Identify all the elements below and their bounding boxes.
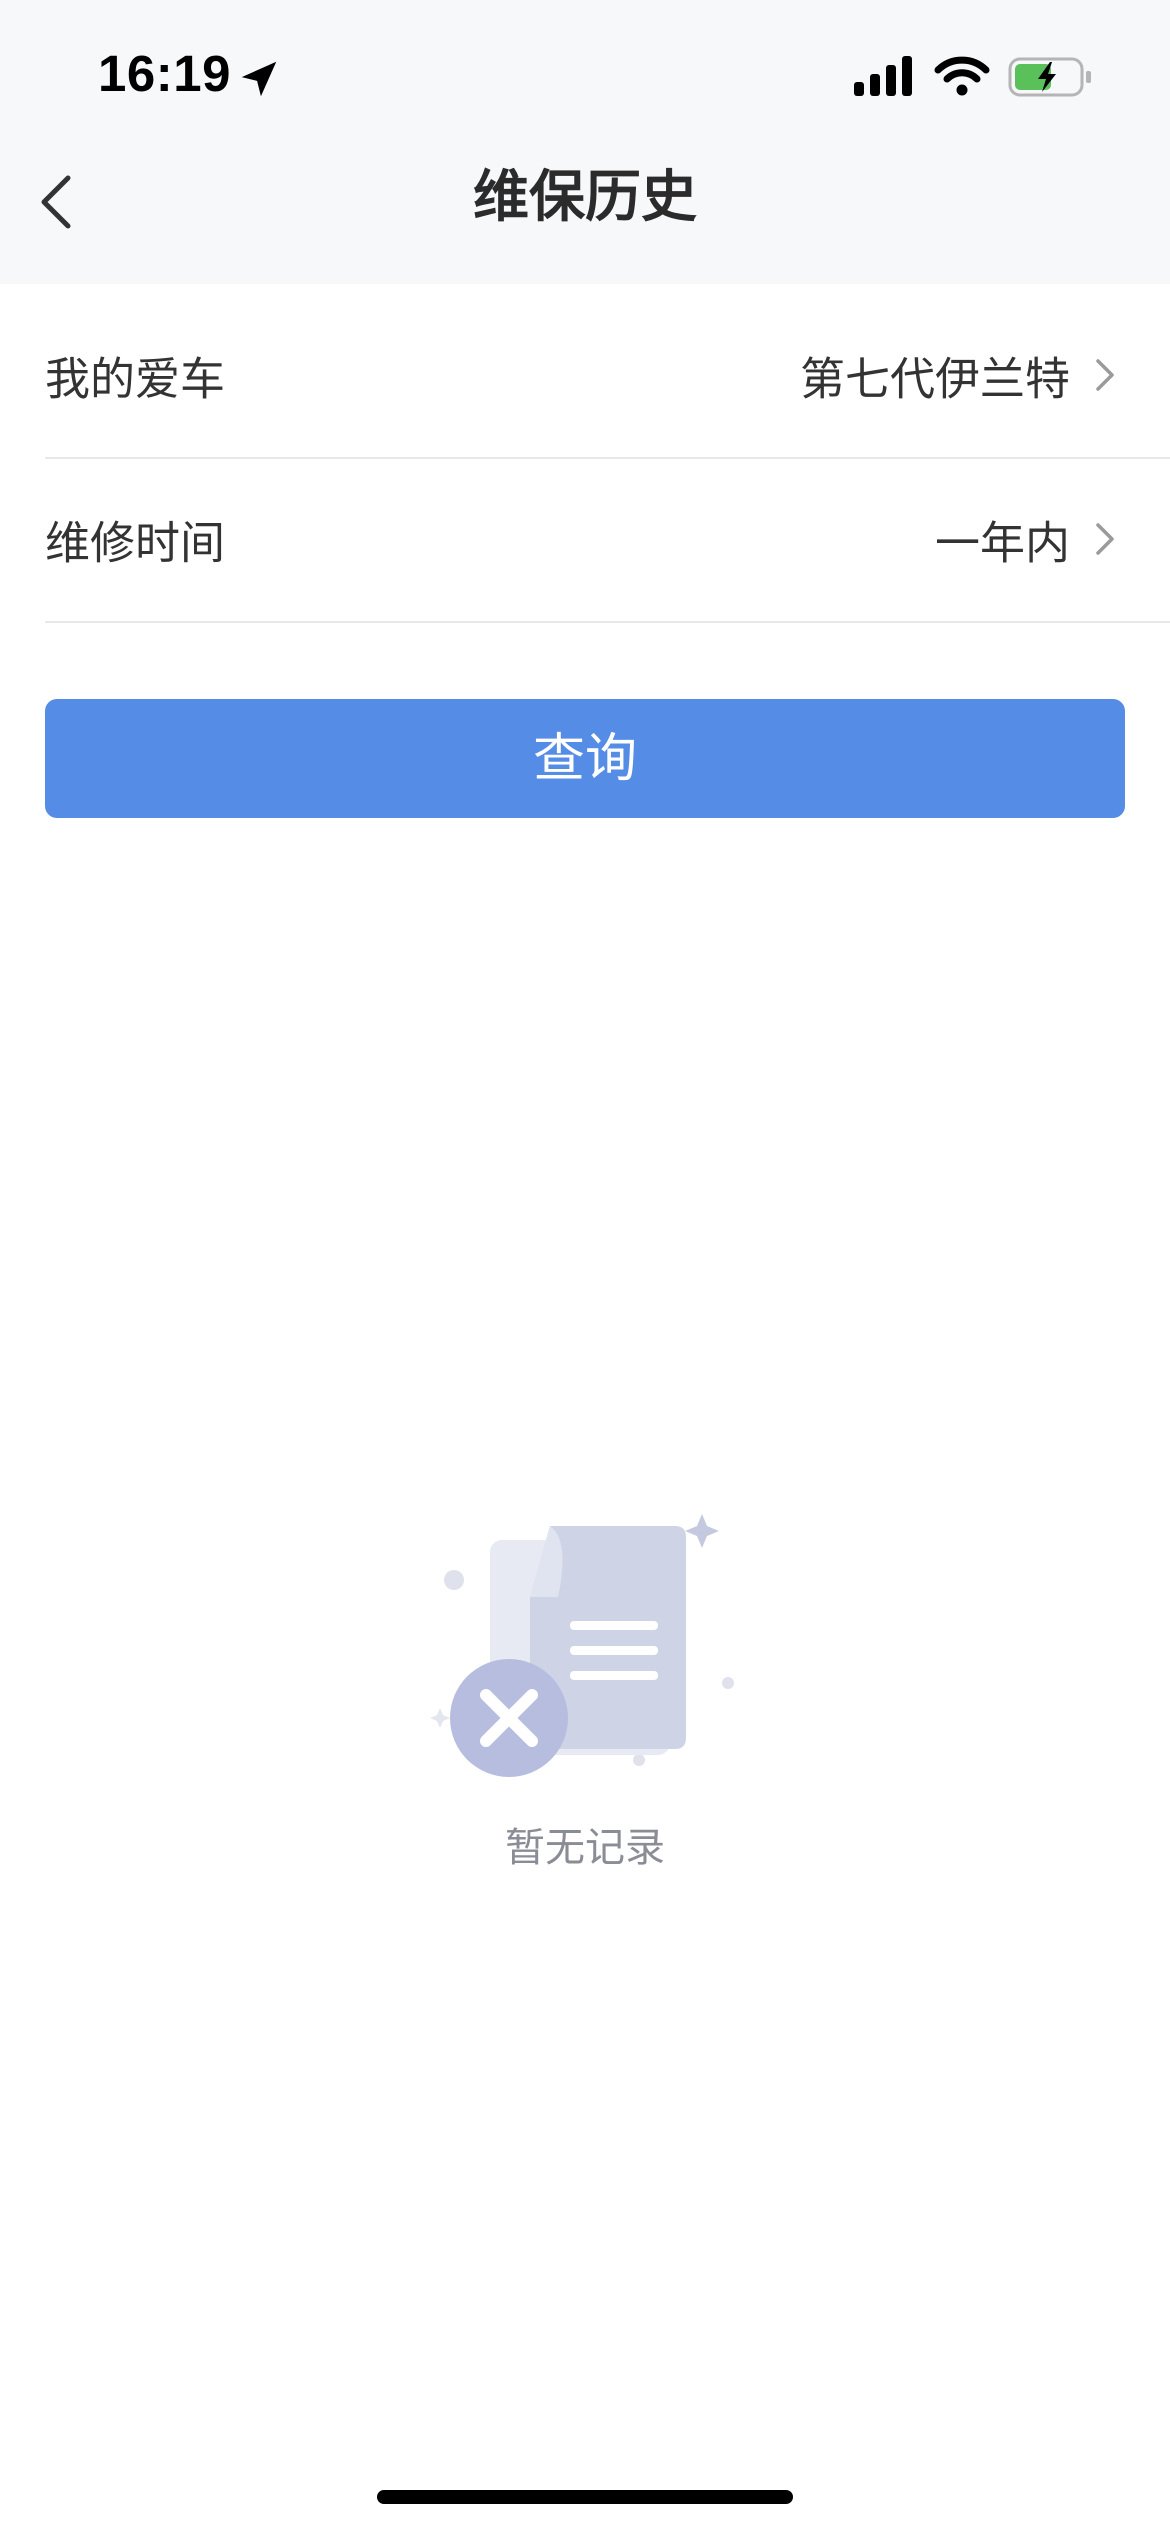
header-area: 16:19 维保历史 xyxy=(0,0,1170,284)
nav-bar: 维保历史 xyxy=(0,150,1170,284)
cellular-signal-icon xyxy=(854,56,912,96)
empty-state-text: 暂无记录 xyxy=(505,1825,665,1871)
chevron-right-icon xyxy=(1096,359,1114,391)
empty-document-icon xyxy=(430,1514,734,1777)
repair-time-value: 一年内 xyxy=(934,516,1070,570)
query-button[interactable]: 查询 xyxy=(45,699,1125,818)
chevron-right-icon xyxy=(1096,523,1114,555)
repair-time-label: 维修时间 xyxy=(45,516,226,570)
status-bar: 16:19 xyxy=(0,0,1170,150)
repair-time-row[interactable]: 维修时间 一年内 xyxy=(45,457,1170,623)
my-car-row[interactable]: 我的爱车 第七代伊兰特 xyxy=(45,293,1170,459)
my-car-value: 第七代伊兰特 xyxy=(799,352,1070,406)
battery-charging-icon xyxy=(1008,57,1091,97)
home-indicator[interactable] xyxy=(377,2490,793,2504)
page-title: 维保历史 xyxy=(473,165,697,230)
my-car-label: 我的爱车 xyxy=(45,352,226,406)
location-arrow-icon xyxy=(241,61,277,97)
status-time: 16:19 xyxy=(98,45,231,102)
wifi-icon xyxy=(934,56,990,96)
